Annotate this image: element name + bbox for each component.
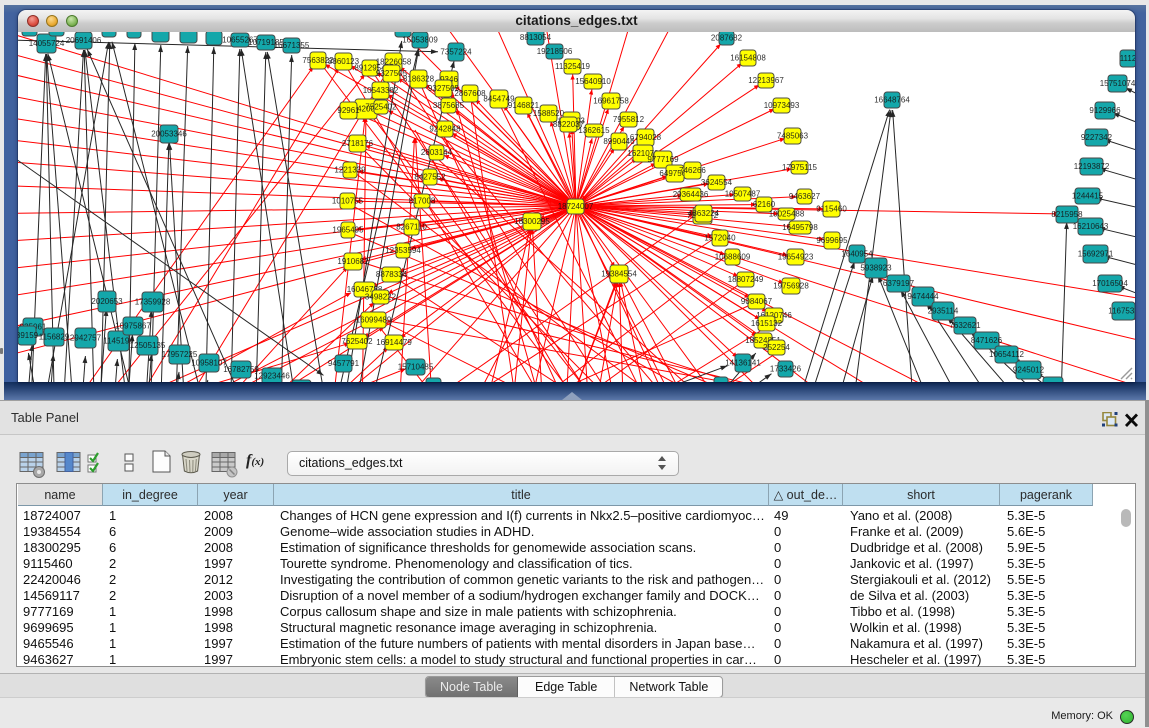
svg-text:10958107: 10958107 [191,359,227,368]
svg-text:8215958: 8215958 [1051,210,1083,219]
svg-text:19654923: 19654923 [778,253,814,262]
svg-text:3624554: 3624554 [701,178,733,187]
svg-text:8471626: 8471626 [971,336,1003,345]
svg-text:8813054: 8813054 [520,33,552,42]
svg-text:8878334: 8878334 [376,270,408,279]
svg-text:2803144: 2803144 [421,148,453,157]
svg-text:2935114: 2935114 [928,307,959,316]
svg-text:16648764: 16648764 [874,96,910,105]
svg-text:16671355: 16671355 [274,41,310,50]
svg-text:9457791: 9457791 [328,359,360,368]
svg-text:18724007: 18724007 [558,202,594,211]
svg-text:12193872: 12193872 [1074,162,1110,171]
svg-text:1010755: 1010755 [332,197,364,206]
svg-text:9115460: 9115460 [816,205,847,214]
svg-text:15710485: 15710485 [398,363,434,372]
svg-text:19218506: 19218506 [537,47,573,56]
svg-text:18807249: 18807249 [728,275,764,284]
svg-text:62160: 62160 [753,200,776,209]
svg-text:17016504: 17016504 [1092,279,1128,288]
svg-text:1156829: 1156829 [39,333,70,342]
svg-text:92961: 92961 [337,106,360,115]
svg-text:817008: 817008 [409,197,436,206]
svg-text:10543382: 10543382 [363,86,399,95]
svg-text:7485063: 7485063 [777,132,809,141]
svg-text:5938923: 5938923 [860,264,892,273]
svg-text:10688609: 10688609 [715,253,751,262]
svg-text:15692971: 15692971 [1078,250,1114,259]
svg-text:18300295: 18300295 [514,217,550,226]
svg-text:11325419: 11325419 [555,62,591,71]
svg-text:9129966: 9129966 [1089,106,1121,115]
svg-text:9699695: 9699695 [816,236,848,245]
svg-text:16210643: 16210643 [1073,222,1109,231]
svg-text:2020653: 2020653 [91,297,123,306]
svg-text:1733426: 1733426 [770,365,802,374]
svg-text:19756928: 19756928 [773,282,809,291]
svg-text:6794028: 6794028 [630,133,662,142]
svg-text:4863224: 4863224 [688,209,720,218]
svg-text:9227342: 9227342 [1081,133,1113,142]
svg-text:12213967: 12213967 [748,76,784,85]
svg-text:2942757: 2942757 [70,334,102,343]
svg-text:9474444: 9474444 [907,292,939,301]
svg-text:20691406: 20691406 [66,36,102,45]
svg-text:12923446: 12923446 [254,372,290,381]
svg-text:7357224: 7357224 [440,48,472,57]
svg-text:16154808: 16154808 [730,54,766,63]
svg-text:3498222: 3498222 [365,293,397,302]
svg-text:1221339: 1221339 [334,166,366,175]
svg-text:20053346: 20053346 [151,130,187,139]
svg-text:1572040: 1572040 [704,234,736,243]
svg-text:2718176: 2718176 [342,139,374,148]
svg-text:10654112: 10654112 [989,350,1025,359]
svg-text:17975115: 17975115 [782,163,818,172]
svg-text:12353594: 12353594 [385,246,421,255]
svg-text:20364436: 20364436 [673,190,709,199]
svg-text:1640954: 1640954 [841,250,873,259]
svg-text:10973493: 10973493 [764,101,800,110]
svg-text:8186328: 8186328 [403,75,435,84]
svg-text:1112: 1112 [1120,54,1135,63]
svg-text:16495798: 16495798 [782,223,818,232]
svg-text:10975867: 10975867 [115,322,151,331]
svg-text:1362615: 1362615 [578,126,610,135]
svg-text:16914479: 16914479 [376,338,412,347]
svg-text:9242848: 9242848 [429,125,461,134]
svg-text:1965495: 1965495 [332,226,364,235]
svg-text:10507487: 10507487 [725,190,761,199]
svg-text:19384554: 19384554 [601,270,637,279]
svg-text:2087682: 2087682 [711,34,743,43]
svg-text:7625402: 7625402 [341,337,373,346]
svg-text:14136141: 14136141 [725,359,761,368]
svg-text:16099489: 16099489 [356,316,392,325]
svg-text:9245012: 9245012 [1013,366,1045,375]
svg-text:9084067: 9084067 [741,297,773,306]
svg-text:10025488: 10025488 [769,210,805,219]
svg-text:16961758: 16961758 [593,97,629,106]
svg-text:39159: 39159 [18,331,39,340]
svg-text:2867608: 2867608 [454,89,486,98]
svg-text:8427552: 8427552 [414,173,446,182]
svg-text:746266: 746266 [679,166,706,175]
svg-text:15751074: 15751074 [1100,79,1135,88]
svg-text:16053809: 16053809 [402,36,438,45]
svg-text:9777169: 9777169 [647,155,679,164]
svg-text:1910682: 1910682 [337,257,369,266]
svg-text:17359928: 17359928 [135,298,171,307]
svg-text:7632621: 7632621 [949,321,981,330]
svg-text:6379197: 6379197 [883,279,915,288]
svg-text:1167533: 1167533 [1108,307,1135,316]
svg-text:8267110: 8267110 [396,223,427,232]
svg-text:252254: 252254 [763,343,790,352]
svg-text:7525402: 7525402 [365,103,397,112]
svg-text:9463627: 9463627 [789,192,821,201]
svg-text:1244415: 1244415 [1072,192,1104,201]
svg-text:3875685: 3875685 [433,101,465,110]
svg-text:12505135: 12505135 [130,341,166,350]
svg-text:14055724: 14055724 [29,39,65,48]
svg-text:15640910: 15640910 [575,77,611,86]
svg-text:1615132: 1615132 [751,319,783,328]
svg-text:7955812: 7955812 [613,115,645,124]
